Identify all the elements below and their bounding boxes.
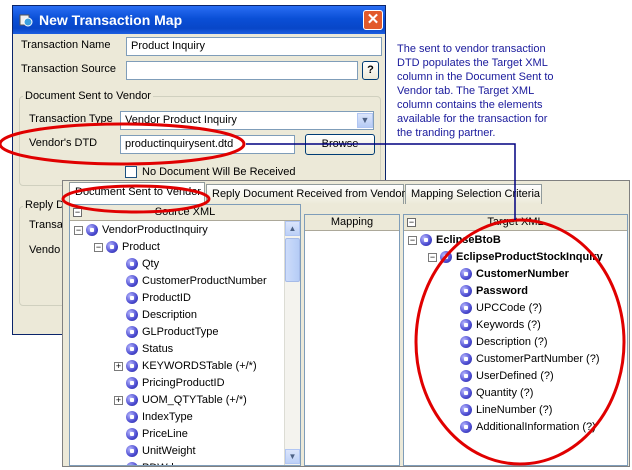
annotation-overlay	[0, 122, 626, 466]
target-xml-highlight	[414, 218, 626, 466]
sent-tab-highlight	[61, 184, 211, 214]
vendors-dtd-highlight	[0, 122, 246, 166]
connector-line	[246, 143, 516, 220]
